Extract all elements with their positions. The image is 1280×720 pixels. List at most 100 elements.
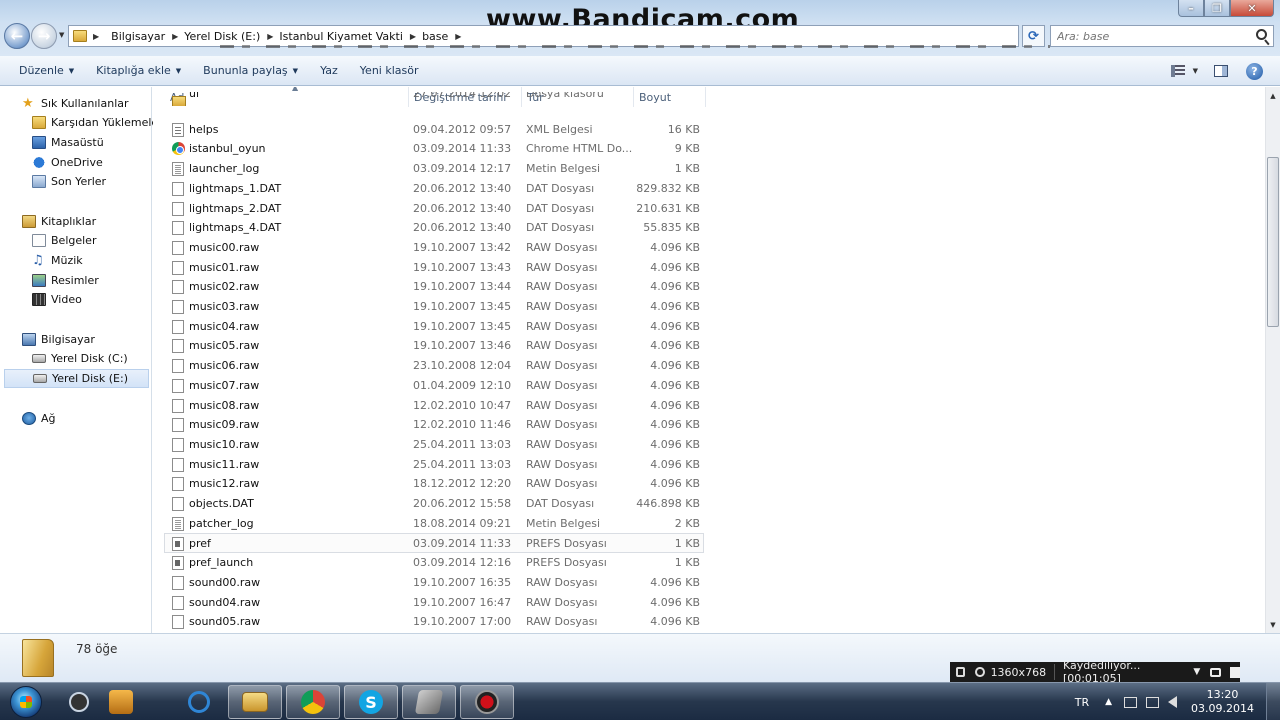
table-row[interactable]: pref_launch 03.09.2014 12:16 PREFS Dosyası… bbox=[165, 553, 705, 573]
scroll-thumb[interactable] bbox=[1267, 157, 1279, 327]
breadcrumb-computer[interactable]: Bilgisayar ▶ bbox=[111, 30, 178, 43]
taskbar-internet-explorer[interactable] bbox=[172, 685, 226, 719]
recent-pages-dropdown[interactable]: ▼ bbox=[59, 31, 64, 39]
taskbar-notes-app[interactable] bbox=[402, 685, 456, 719]
explorer-folder-icon bbox=[242, 692, 268, 712]
nav-drive-c[interactable]: Yerel Disk (C:) bbox=[32, 349, 128, 368]
table-row[interactable]: music05.raw 19.10.2007 13:46 RAW Dosyası 4.… bbox=[165, 336, 705, 356]
show-hidden-icons[interactable]: ▲ bbox=[1105, 697, 1112, 707]
breadcrumb-game-folder[interactable]: Istanbul Kiyamet Vakti ▶ bbox=[279, 30, 416, 43]
table-row[interactable]: music09.raw 12.02.2010 11:46 RAW Dosyası 4.… bbox=[165, 415, 705, 435]
arrow-right-icon: → bbox=[37, 27, 51, 45]
table-row[interactable]: ui 27.07.2014 12:02 Dosya klasörü bbox=[165, 92, 705, 106]
table-row[interactable]: helps 09.04.2012 09:57 XML Belgesi 16 KB bbox=[165, 120, 705, 140]
taskbar-windows-explorer[interactable] bbox=[228, 685, 282, 719]
show-desktop-button[interactable] bbox=[1266, 683, 1280, 720]
volume-icon[interactable] bbox=[1168, 696, 1178, 708]
vertical-scrollbar[interactable]: ▲ ▼ bbox=[1265, 87, 1280, 633]
organize-menu[interactable]: Düzenle ▼ bbox=[19, 61, 74, 80]
table-row[interactable]: patcher_log 18.08.2014 09:21 Metin Belgesi… bbox=[165, 514, 705, 534]
stop-icon[interactable] bbox=[1230, 666, 1240, 678]
input-language[interactable]: TR bbox=[1075, 696, 1089, 709]
table-row[interactable]: music06.raw 23.10.2008 12:04 RAW Dosyası 4.… bbox=[165, 356, 705, 376]
nav-favorites[interactable]: ★ Sık Kullanılanlar bbox=[22, 94, 129, 113]
table-row[interactable]: sound00.raw 19.10.2007 16:35 RAW Dosyası 4.… bbox=[165, 573, 705, 593]
breadcrumb-base[interactable]: base ▶ bbox=[422, 30, 461, 43]
table-row[interactable]: lightmaps_1.DAT 20.06.2012 13:40 DAT Dosya… bbox=[165, 179, 705, 199]
taskbar-bandicam[interactable] bbox=[94, 685, 148, 719]
view-details-icon[interactable] bbox=[1170, 65, 1185, 77]
preview-pane-icon[interactable] bbox=[1214, 65, 1228, 77]
table-row[interactable]: music07.raw 01.04.2009 12:10 RAW Dosyası 4.… bbox=[165, 376, 705, 396]
view-options-dropdown[interactable]: ▼ bbox=[1193, 67, 1198, 75]
taskbar-recorder[interactable] bbox=[460, 685, 514, 719]
address-bar[interactable]: ▶ Bilgisayar ▶ Yerel Disk (E:) ▶ Istanbul … bbox=[68, 25, 1019, 47]
table-row[interactable]: pref 03.09.2014 11:33 PREFS Dosyası 1 KB bbox=[164, 533, 704, 554]
breadcrumb-drive[interactable]: Yerel Disk (E:) ▶ bbox=[184, 30, 273, 43]
table-row[interactable]: istanbul_oyun 03.09.2014 11:33 Chrome HTML… bbox=[165, 139, 705, 159]
network-status-icon[interactable] bbox=[1146, 696, 1160, 708]
nav-music[interactable]: ♫ Müzik bbox=[32, 251, 83, 270]
nav-pictures[interactable]: Resimler bbox=[32, 271, 99, 290]
minimize-button[interactable]: – bbox=[1178, 0, 1204, 17]
table-row[interactable]: music11.raw 25.04.2011 13:03 RAW Dosyası 4.… bbox=[165, 455, 705, 475]
action-center-icon[interactable] bbox=[1124, 696, 1138, 708]
window-mode-icon[interactable] bbox=[956, 667, 966, 677]
camera-icon[interactable] bbox=[1210, 667, 1222, 677]
nav-network[interactable]: Ağ bbox=[22, 409, 56, 428]
nav-onedrive[interactable]: OneDrive bbox=[32, 153, 103, 172]
nav-downloads[interactable]: Karşıdan Yüklemeler bbox=[32, 113, 163, 132]
table-row[interactable]: music01.raw 19.10.2007 13:43 RAW Dosyası 4.… bbox=[165, 258, 705, 278]
forward-button[interactable]: → bbox=[31, 23, 57, 49]
search-input[interactable] bbox=[1057, 29, 1247, 43]
table-row[interactable]: lightmaps_2.DAT 20.06.2012 13:40 DAT Dosya… bbox=[165, 199, 705, 219]
nav-computer[interactable]: Bilgisayar bbox=[22, 330, 95, 349]
add-to-library-menu[interactable]: Kitaplığa ekle ▼ bbox=[96, 61, 181, 80]
refresh-button[interactable]: ⟳ bbox=[1022, 25, 1045, 47]
nav-desktop[interactable]: Masaüstü bbox=[32, 133, 104, 152]
file-date: 19.10.2007 16:47 bbox=[413, 595, 512, 609]
burn-button[interactable]: Yaz bbox=[320, 61, 338, 80]
table-row[interactable]: lightmaps_4.DAT 20.06.2012 13:40 DAT Dosya… bbox=[165, 218, 705, 238]
nav-libraries[interactable]: Kitaplıklar bbox=[22, 212, 96, 231]
taskbar-chrome[interactable] bbox=[286, 685, 340, 719]
scroll-up-icon[interactable]: ▲ bbox=[1266, 87, 1280, 104]
nav-recent-places[interactable]: Son Yerler bbox=[32, 172, 106, 191]
close-button[interactable]: ✕ bbox=[1230, 0, 1274, 17]
maximize-button[interactable]: ❐ bbox=[1204, 0, 1230, 17]
scroll-down-icon[interactable]: ▼ bbox=[1266, 616, 1280, 633]
breadcrumb-root[interactable]: ▶ bbox=[93, 32, 105, 41]
table-row[interactable]: objects.DAT 20.06.2012 15:58 DAT Dosyası 44… bbox=[165, 494, 705, 514]
nav-drive-e[interactable]: Yerel Disk (E:) bbox=[4, 369, 149, 388]
chevron-down-icon[interactable]: ▼ bbox=[1193, 667, 1200, 677]
table-row[interactable]: music04.raw 19.10.2007 13:45 RAW Dosyası 4.… bbox=[165, 317, 705, 337]
start-button[interactable] bbox=[10, 686, 42, 718]
table-row[interactable]: sound04.raw 19.10.2007 16:47 RAW Dosyası 4.… bbox=[165, 593, 705, 613]
table-row[interactable]: launcher_log 03.09.2014 12:17 Metin Belges… bbox=[165, 159, 705, 179]
chrome-icon bbox=[301, 690, 325, 714]
taskbar-skype[interactable]: S bbox=[344, 685, 398, 719]
nav-documents[interactable]: Belgeler bbox=[32, 231, 96, 250]
table-row[interactable]: music00.raw 19.10.2007 13:42 RAW Dosyası 4.… bbox=[165, 238, 705, 258]
folder-icon bbox=[22, 639, 54, 677]
help-icon[interactable]: ? bbox=[1246, 62, 1263, 80]
share-with-menu[interactable]: Bununla paylaş ▼ bbox=[203, 61, 298, 80]
table-row[interactable]: music10.raw 25.04.2011 13:03 RAW Dosyası 4.… bbox=[165, 435, 705, 455]
back-button[interactable]: ← bbox=[4, 23, 30, 49]
new-folder-button[interactable]: Yeni klasör bbox=[360, 61, 419, 80]
table-row[interactable]: music03.raw 19.10.2007 13:45 RAW Dosyası 4.… bbox=[165, 297, 705, 317]
file-date: 09.04.2012 09:57 bbox=[413, 122, 512, 136]
table-row[interactable]: music02.raw 19.10.2007 13:44 RAW Dosyası 4.… bbox=[165, 277, 705, 297]
table-row[interactable]: sound05.raw 19.10.2007 17:00 RAW Dosyası 4.… bbox=[165, 612, 705, 632]
search-box[interactable] bbox=[1050, 25, 1274, 47]
search-icon[interactable] bbox=[1256, 29, 1267, 40]
file-name: sound04.raw bbox=[189, 595, 261, 609]
clock-app-icon bbox=[69, 692, 89, 712]
clock[interactable]: 13:20 03.09.2014 bbox=[1191, 688, 1254, 716]
nav-video[interactable]: Video bbox=[32, 290, 82, 309]
file-icon bbox=[172, 162, 184, 177]
table-row[interactable]: music12.raw 18.12.2012 12:20 RAW Dosyası 4.… bbox=[165, 474, 705, 494]
file-name: helps bbox=[189, 122, 219, 136]
file-name: music08.raw bbox=[189, 398, 260, 412]
table-row[interactable]: music08.raw 12.02.2010 10:47 RAW Dosyası 4.… bbox=[165, 396, 705, 416]
